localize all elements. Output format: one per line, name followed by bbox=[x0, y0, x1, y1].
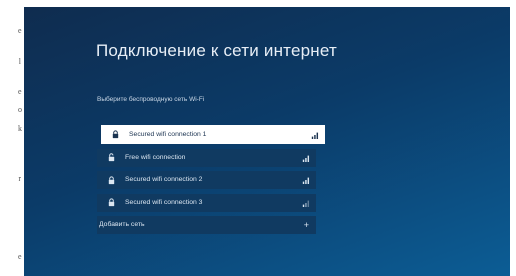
left-edge-glyph: l bbox=[18, 57, 21, 66]
left-edge-glyph: e bbox=[18, 26, 22, 35]
add-network-button[interactable]: Добавить сеть + bbox=[97, 216, 316, 234]
left-edge-glyph: e bbox=[18, 87, 22, 96]
plus-icon: + bbox=[303, 220, 309, 230]
network-name: Secured wifi connection 2 bbox=[125, 176, 203, 183]
lock-icon bbox=[108, 175, 115, 184]
signal-strength-icon bbox=[302, 200, 310, 207]
signal-strength-icon bbox=[311, 132, 319, 139]
signal-strength-icon bbox=[302, 177, 310, 184]
network-row-secured-1[interactable]: Secured wifi connection 1 bbox=[101, 125, 325, 144]
lock-icon bbox=[112, 130, 119, 139]
left-edge-glyph: r bbox=[18, 174, 21, 183]
network-name: Secured wifi connection 1 bbox=[129, 131, 207, 138]
left-edge-glyph: e bbox=[18, 252, 22, 261]
page-title: Подключение к сети интернет bbox=[96, 41, 337, 60]
network-list: Secured wifi connection 1 Free wifi conn… bbox=[97, 124, 325, 239]
lock-icon bbox=[108, 198, 115, 207]
left-edge-glyph: k bbox=[18, 124, 22, 133]
network-name: Secured wifi connection 3 bbox=[125, 198, 203, 206]
left-edge-text-strip: e l e o k r e bbox=[0, 0, 24, 276]
add-network-label: Добавить сеть bbox=[99, 221, 145, 228]
left-edge-glyph: o bbox=[18, 105, 22, 114]
signal-strength-icon bbox=[302, 155, 310, 162]
page-subtitle: Выберите беспроводную сеть Wi-Fi bbox=[97, 96, 205, 103]
wifi-setup-screen: Подключение к сети интернет Выберите бес… bbox=[24, 7, 510, 276]
unlock-icon bbox=[108, 153, 115, 162]
network-name: Free wifi connection bbox=[125, 153, 186, 161]
network-row-secured-2[interactable]: Secured wifi connection 2 bbox=[97, 171, 316, 189]
network-row-free[interactable]: Free wifi connection bbox=[97, 148, 316, 167]
network-row-secured-3[interactable]: Secured wifi connection 3 bbox=[97, 193, 316, 212]
